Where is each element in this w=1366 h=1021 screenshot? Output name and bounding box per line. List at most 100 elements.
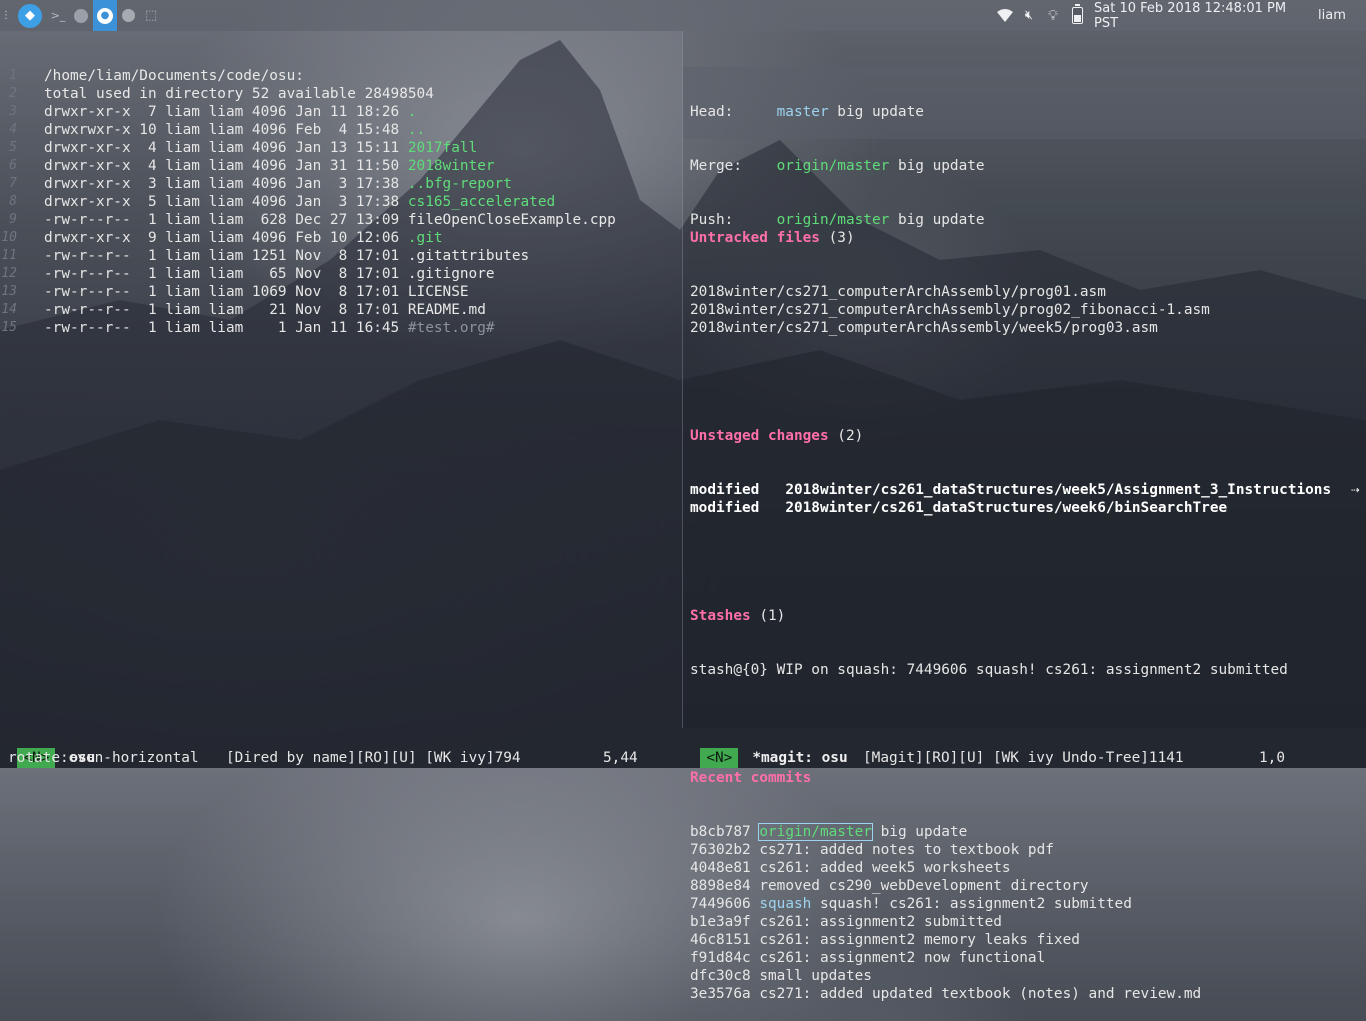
commit-hash: b1e3a9f xyxy=(690,914,751,930)
dired-line[interactable]: 7 drwxr-xr-x 3 liam liam 4096 Jan 3 17:38… xyxy=(0,175,682,193)
firefox-task-icon[interactable] xyxy=(72,0,90,31)
change-status: modified xyxy=(690,482,786,498)
merge-line[interactable]: Merge: origin/master big update xyxy=(690,157,985,175)
file-name[interactable]: #test.org# xyxy=(408,320,495,336)
dired-line[interactable]: 4 drwxrwxr-x 10 liam liam 4096 Feb 4 15:4… xyxy=(0,121,682,139)
cursor-position: 1,0 xyxy=(1259,750,1285,766)
merge-branch[interactable]: origin/master xyxy=(777,158,890,174)
line-number: 1 xyxy=(9,68,17,83)
brightness-bulb-icon[interactable]: 💡︎ xyxy=(1045,0,1061,31)
dired-line[interactable]: 3 drwxr-xr-x 7 liam liam 4096 Jan 11 18:2… xyxy=(0,103,682,121)
mode-info[interactable]: [Dired by name][RO][U] [WK ivy]794 xyxy=(226,748,521,768)
mode-info[interactable]: [Magit][RO][U] [WK ivy Undo-Tree]1141 xyxy=(863,748,1184,768)
dired-line[interactable]: 8 drwxr-xr-x 5 liam liam 4096 Jan 3 17:38… xyxy=(0,193,682,211)
file-attributes: -rw-r--r-- 1 liam liam 1069 Nov 8 17:01 xyxy=(44,284,408,300)
commit-row[interactable]: 3e3576a cs271: added updated textbook (n… xyxy=(690,985,1201,1003)
dired-line[interactable]: 14 -rw-r--r-- 1 liam liam 21 Nov 8 17:01 … xyxy=(0,301,682,319)
emacs-task-icon[interactable]: ● xyxy=(93,0,117,31)
file-attributes: drwxr-xr-x 9 liam liam 4096 Feb 10 12:06 xyxy=(44,230,408,246)
chrome-task-icon[interactable] xyxy=(120,0,136,31)
line-number: 11 xyxy=(1,248,17,263)
line-number: 10 xyxy=(1,230,17,245)
unstaged-section-header[interactable]: Unstaged changes (2) xyxy=(690,427,863,445)
dired-line[interactable]: 9 -rw-r--r-- 1 liam liam 628 Dec 27 13:09… xyxy=(0,211,682,229)
dired-header-text: total used in directory 52 available 284… xyxy=(44,86,434,102)
dired-pane[interactable]: 1/home/liam/Documents/code/osu: 2 total us… xyxy=(0,31,682,728)
commit-row[interactable]: b1e3a9f cs261: assignment2 submitted xyxy=(690,913,1002,931)
line-number: 6 xyxy=(9,158,17,173)
head-line[interactable]: Head: master big update xyxy=(690,103,924,121)
file-attributes: drwxr-xr-x 7 liam liam 4096 Jan 11 18:26 xyxy=(44,104,408,120)
commit-row[interactable]: b8cb787 origin/master big update xyxy=(690,823,967,841)
file-name[interactable]: .. xyxy=(408,122,425,138)
stashes-section-header[interactable]: Stashes (1) xyxy=(690,607,785,625)
commit-ref[interactable]: squash xyxy=(759,896,811,912)
commit-hash: f91d84c xyxy=(690,950,751,966)
file-name[interactable]: 2018winter xyxy=(408,158,495,174)
push-line[interactable]: Push: origin/master big update xyxy=(690,211,985,229)
magit-pane[interactable]: Head: master big update Merge: origin/ma… xyxy=(683,31,1366,1002)
untracked-section-header[interactable]: Untracked files (3) xyxy=(690,229,855,247)
line-number: 14 xyxy=(1,302,17,317)
dired-line[interactable]: 2 total used in directory 52 available 28… xyxy=(0,85,682,103)
file-name[interactable]: LICENSE xyxy=(408,284,469,300)
package-task-icon[interactable]: ⬚ xyxy=(143,0,159,31)
file-name[interactable]: 2017fall xyxy=(408,140,477,156)
change-path: 2018winter/cs261_dataStructures/week5/As… xyxy=(785,482,1332,498)
file-attributes: drwxr-xr-x 4 liam liam 4096 Jan 13 15:11 xyxy=(44,140,408,156)
dired-listing: 1/home/liam/Documents/code/osu: 2 total us… xyxy=(0,67,682,337)
commit-message: small updates xyxy=(759,968,872,984)
battery-icon[interactable] xyxy=(1069,0,1085,31)
commit-row[interactable]: 46c8151 cs261: assignment2 memory leaks … xyxy=(690,931,1080,949)
commit-row[interactable]: 76302b2 cs271: added notes to textbook p… xyxy=(690,841,1054,859)
commit-row[interactable]: dfc30c8 small updates xyxy=(690,967,872,985)
commit-row[interactable]: 8898e84 removed cs290_webDevelopment dir… xyxy=(690,877,1089,895)
dired-line[interactable]: 15 -rw-r--r-- 1 liam liam 1 Jan 11 16:45 … xyxy=(0,319,682,337)
dired-line[interactable]: 11 -rw-r--r-- 1 liam liam 1251 Nov 8 17:0… xyxy=(0,247,682,265)
buffer-name[interactable]: *magit: osu xyxy=(752,750,847,766)
wifi-icon[interactable] xyxy=(996,0,1014,31)
stash-entry[interactable]: stash@{0} WIP on squash: 7449606 squash!… xyxy=(690,661,1288,679)
commit-ref[interactable]: origin/master xyxy=(758,823,873,841)
truncation-arrow-icon: ⇢ xyxy=(1351,482,1360,498)
file-name[interactable]: ..bfg-report xyxy=(408,176,512,192)
file-name[interactable]: README.md xyxy=(408,302,486,318)
unstaged-file[interactable]: modified 2018winter/cs261_dataStructures… xyxy=(690,481,1331,499)
user-name[interactable]: liam xyxy=(1318,0,1358,31)
commit-row[interactable]: 4048e81 cs261: added week5 worksheets xyxy=(690,859,1011,877)
unstaged-file[interactable]: modified 2018winter/cs261_dataStructures… xyxy=(690,499,1227,517)
volume-muted-icon[interactable]: 🔇︎ xyxy=(1018,0,1040,31)
terminal-task-icon[interactable]: >_ xyxy=(49,0,67,31)
commit-row[interactable]: f91d84c cs261: assignment2 now functiona… xyxy=(690,949,1045,967)
dired-line[interactable]: 6 drwxr-xr-x 4 liam liam 4096 Jan 31 11:5… xyxy=(0,157,682,175)
minibuffer[interactable]: rotate:even-horizontal xyxy=(8,749,199,768)
untracked-file[interactable]: 2018winter/cs271_computerArchAssembly/pr… xyxy=(690,301,1210,319)
dired-entry: -rw-r--r-- 1 liam liam 65 Nov 8 17:01 .g… xyxy=(44,265,495,283)
untracked-file[interactable]: 2018winter/cs271_computerArchAssembly/pr… xyxy=(690,283,1106,301)
file-name[interactable]: .git xyxy=(408,230,443,246)
dired-entry: drwxrwxr-x 10 liam liam 4096 Feb 4 15:48… xyxy=(44,121,425,139)
commit-message: removed cs290_webDevelopment directory xyxy=(759,878,1089,894)
head-branch[interactable]: master xyxy=(777,104,829,120)
commit-row[interactable]: 7449606 squash squash! cs261: assignment… xyxy=(690,895,1132,913)
file-name[interactable]: .gitattributes xyxy=(408,248,529,264)
line-number: 7 xyxy=(9,176,17,191)
dired-line[interactable]: 1/home/liam/Documents/code/osu: xyxy=(0,67,682,85)
commit-hash: 4048e81 xyxy=(690,860,751,876)
file-name[interactable]: . xyxy=(408,104,417,120)
dired-line[interactable]: 5 drwxr-xr-x 4 liam liam 4096 Jan 13 15:1… xyxy=(0,139,682,157)
file-name[interactable]: .gitignore xyxy=(408,266,495,282)
dired-line[interactable]: 13 -rw-r--r-- 1 liam liam 1069 Nov 8 17:0… xyxy=(0,283,682,301)
push-branch[interactable]: origin/master xyxy=(777,212,890,228)
panel-handle-icon[interactable]: ⋮ xyxy=(1,0,11,31)
dired-line[interactable]: 10 drwxr-xr-x 9 liam liam 4096 Feb 10 12:… xyxy=(0,229,682,247)
file-name[interactable]: cs165_accelerated xyxy=(408,194,555,210)
commit-hash: dfc30c8 xyxy=(690,968,751,984)
app-launcher-button[interactable]: ◆ xyxy=(17,0,43,31)
clock[interactable]: Sat 10 Feb 2018 12:48:01 PM PST xyxy=(1094,0,1312,31)
untracked-file[interactable]: 2018winter/cs271_computerArchAssembly/we… xyxy=(690,319,1158,337)
file-name[interactable]: fileOpenCloseExample.cpp xyxy=(408,212,616,228)
recent-commits-header[interactable]: Recent commits xyxy=(690,769,811,787)
dired-line[interactable]: 12 -rw-r--r-- 1 liam liam 65 Nov 8 17:01 … xyxy=(0,265,682,283)
commit-message: cs261: assignment2 memory leaks fixed xyxy=(759,932,1080,948)
